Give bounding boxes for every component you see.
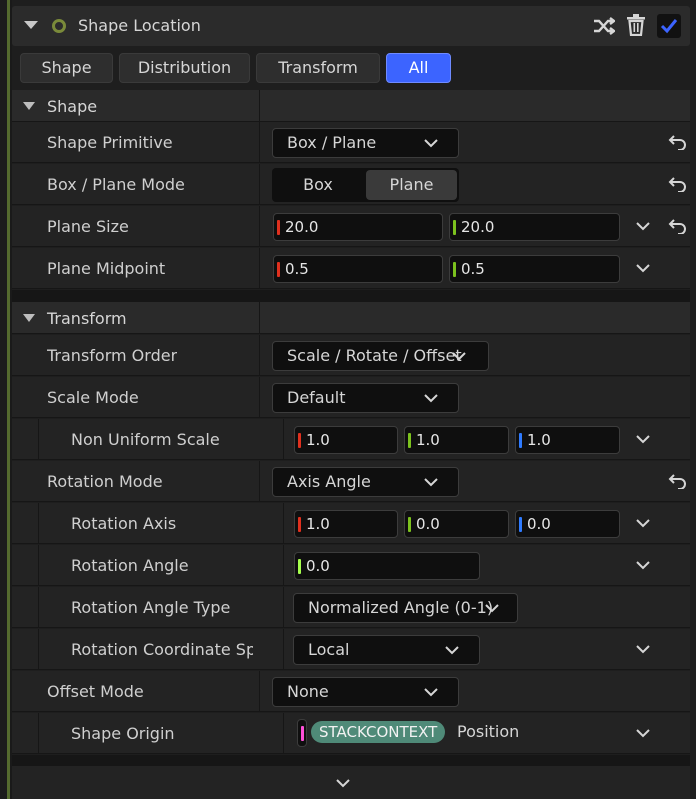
- plane-size-label: Plane Size: [47, 217, 129, 236]
- rotation-angle-input[interactable]: 0.0: [294, 552, 480, 580]
- reset-icon[interactable]: [668, 176, 688, 192]
- box-plane-mode-toggle: Box Plane: [272, 168, 459, 202]
- chevron-down-icon[interactable]: [635, 515, 651, 531]
- offset-mode-label: Offset Mode: [47, 682, 144, 701]
- rotation-coordinate-space-label: Rotation Coordinate Spac: [71, 640, 253, 659]
- shape-origin-label: Shape Origin: [71, 724, 175, 743]
- reset-icon[interactable]: [668, 473, 688, 489]
- transform-order-dropdown[interactable]: Scale / Rotate / Offset: [272, 341, 489, 371]
- section-transform-header[interactable]: Transform: [12, 302, 690, 334]
- non-uniform-scale-label: Non Uniform Scale: [71, 430, 220, 449]
- plane-midpoint-x-input[interactable]: 0.5: [273, 255, 443, 283]
- rotation-axis-label: Rotation Axis: [71, 514, 177, 533]
- chevron-down-icon[interactable]: [635, 641, 651, 657]
- row-scale-mode: Scale Mode Default: [12, 377, 690, 418]
- tab-transform[interactable]: Transform: [256, 53, 380, 83]
- plane-midpoint-label: Plane Midpoint: [47, 259, 166, 278]
- box-option[interactable]: Box: [274, 170, 362, 200]
- row-offset-mode: Offset Mode None: [12, 671, 690, 712]
- plane-size-x-input[interactable]: 20.0: [273, 213, 443, 241]
- rotation-axis-y-input[interactable]: 0.0: [404, 510, 509, 538]
- row-non-uniform-scale: Non Uniform Scale 1.0 1.0 1.0: [12, 419, 690, 460]
- row-plane-size: Plane Size 20.0 20.0: [12, 206, 690, 247]
- shape-primitive-dropdown[interactable]: Box / Plane: [272, 128, 459, 158]
- row-rotation-angle: Rotation Angle 0.0: [12, 545, 690, 586]
- trash-icon[interactable]: [626, 14, 646, 39]
- chevron-down-icon: [424, 478, 438, 487]
- chevron-down-icon: [445, 646, 459, 655]
- attribute-name: Position: [457, 722, 520, 741]
- tab-all[interactable]: All: [386, 53, 451, 83]
- row-transform-order: Transform Order Scale / Rotate / Offset: [12, 335, 690, 376]
- chevron-down-icon: [452, 352, 466, 361]
- module-footer[interactable]: [12, 766, 690, 799]
- collapse-arrow-icon[interactable]: [24, 21, 38, 29]
- offset-mode-dropdown[interactable]: None: [272, 677, 459, 707]
- plane-midpoint-y-input[interactable]: 0.5: [449, 255, 620, 283]
- section-title: Shape: [47, 97, 98, 116]
- scale-x-input[interactable]: 1.0: [294, 426, 398, 454]
- scale-y-input[interactable]: 1.0: [404, 426, 509, 454]
- tab-distribution[interactable]: Distribution: [119, 53, 250, 83]
- chevron-down-icon: [424, 139, 438, 148]
- expand-arrow-icon[interactable]: [23, 314, 35, 322]
- plane-size-y-input[interactable]: 20.0: [449, 213, 620, 241]
- chevron-down-icon: [485, 604, 499, 613]
- row-rotation-axis: Rotation Axis 1.0 0.0 0.0: [12, 503, 690, 544]
- rotation-axis-z-input[interactable]: 0.0: [515, 510, 620, 538]
- rotation-angle-label: Rotation Angle: [71, 556, 189, 575]
- section-gap: [12, 755, 690, 766]
- rotation-angle-type-dropdown[interactable]: Normalized Angle (0-1): [293, 593, 518, 623]
- rotation-angle-type-label: Rotation Angle Type: [71, 598, 231, 617]
- module-title: Shape Location: [78, 16, 201, 35]
- section-gap: [12, 290, 690, 302]
- expand-arrow-icon[interactable]: [23, 102, 35, 110]
- chevron-down-icon[interactable]: [635, 725, 651, 741]
- row-plane-midpoint: Plane Midpoint 0.5 0.5: [12, 248, 690, 289]
- row-rotation-mode: Rotation Mode Axis Angle: [12, 461, 690, 502]
- scale-mode-dropdown[interactable]: Default: [272, 383, 459, 413]
- reset-icon[interactable]: [668, 134, 688, 150]
- chevron-down-icon[interactable]: [635, 557, 651, 573]
- module-status-icon: [52, 19, 66, 33]
- shuffle-icon[interactable]: [593, 16, 616, 39]
- module-accent-line: [7, 0, 10, 799]
- expand-more-chevron-icon[interactable]: [335, 776, 351, 790]
- chevron-down-icon[interactable]: [635, 431, 651, 447]
- checkmark-icon: [660, 19, 678, 34]
- scale-z-input[interactable]: 1.0: [515, 426, 620, 454]
- row-shape-primitive: Shape Primitive Box / Plane: [12, 122, 690, 163]
- chevron-down-icon: [424, 688, 438, 697]
- module-enabled-checkbox[interactable]: [657, 14, 681, 38]
- position-type-tick: [297, 719, 307, 747]
- row-rotation-angle-type: Rotation Angle Type Normalized Angle (0-…: [12, 587, 690, 628]
- box-plane-mode-label: Box / Plane Mode: [47, 175, 185, 194]
- chevron-down-icon[interactable]: [635, 218, 651, 234]
- chevron-down-icon: [424, 394, 438, 403]
- tab-shape[interactable]: Shape: [20, 53, 113, 83]
- row-rotation-coordinate-space: Rotation Coordinate Spac Local: [12, 629, 690, 670]
- section-shape-header[interactable]: Shape: [12, 90, 690, 122]
- namespace-pill: STACKCONTEXT: [311, 721, 446, 743]
- rotation-coordinate-space-dropdown[interactable]: Local: [293, 635, 480, 665]
- row-shape-origin: Shape Origin STACKCONTEXT Position: [12, 713, 690, 754]
- shape-primitive-label: Shape Primitive: [47, 133, 173, 152]
- rotation-axis-x-input[interactable]: 1.0: [294, 510, 398, 538]
- rotation-mode-dropdown[interactable]: Axis Angle: [272, 467, 459, 497]
- section-title: Transform: [47, 309, 127, 328]
- chevron-down-icon[interactable]: [635, 260, 651, 276]
- row-box-plane-mode: Box / Plane Mode Box Plane: [12, 164, 690, 205]
- scale-mode-label: Scale Mode: [47, 388, 139, 407]
- rotation-mode-label: Rotation Mode: [47, 472, 163, 491]
- plane-option[interactable]: Plane: [366, 170, 457, 200]
- shape-origin-binding[interactable]: STACKCONTEXT Position: [297, 717, 557, 747]
- transform-order-label: Transform Order: [47, 346, 178, 365]
- reset-icon[interactable]: [668, 218, 688, 234]
